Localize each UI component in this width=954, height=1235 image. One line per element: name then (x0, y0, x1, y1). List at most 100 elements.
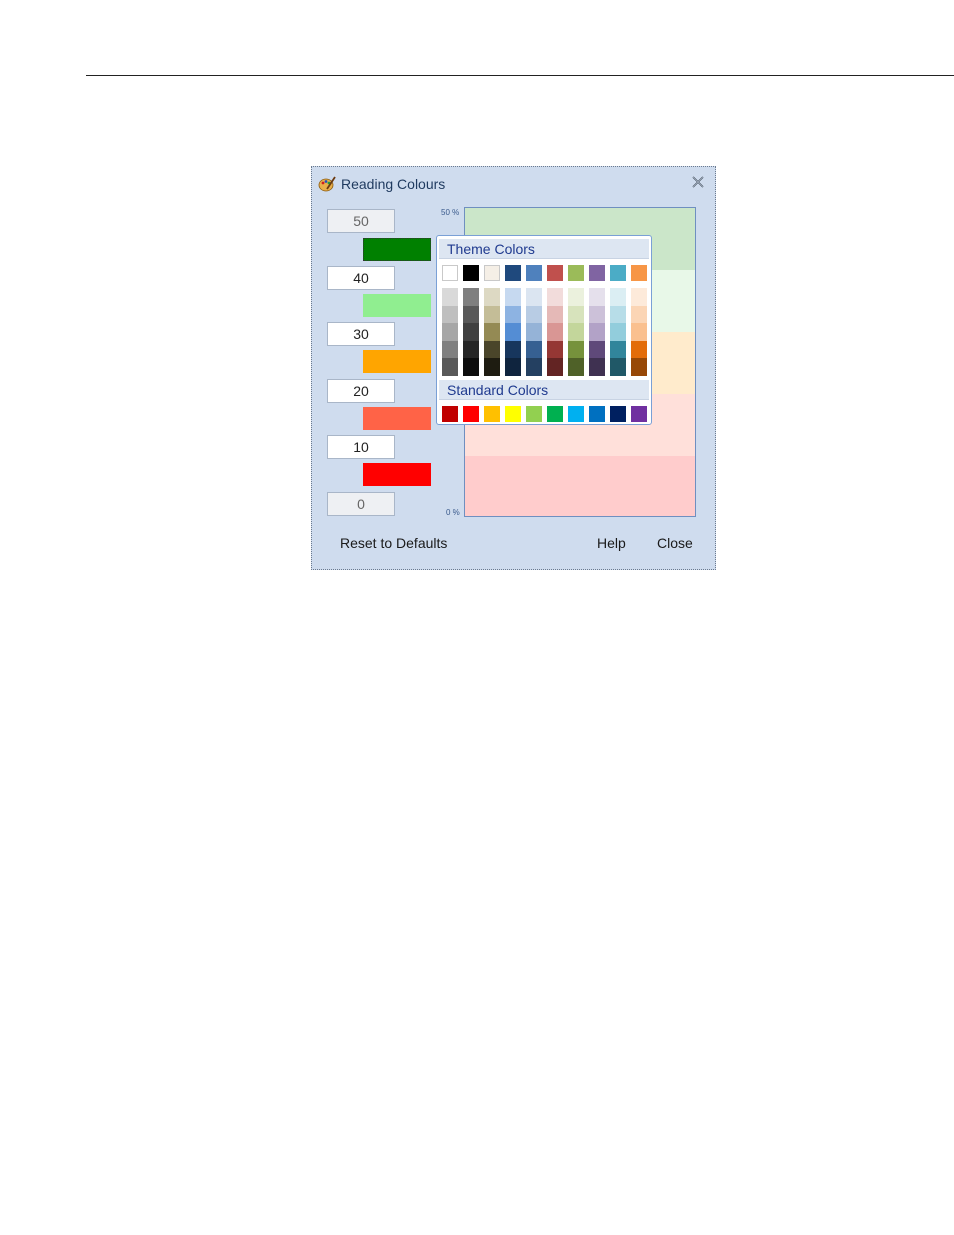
threshold-10-field[interactable]: 10 (327, 435, 395, 459)
close-icon[interactable] (691, 175, 705, 189)
theme-shade-chip[interactable] (568, 358, 584, 376)
theme-color-chip[interactable] (463, 265, 479, 281)
theme-color-chip[interactable] (589, 265, 605, 281)
theme-color-chip[interactable] (442, 265, 458, 281)
swatch-10-0[interactable] (363, 463, 431, 486)
theme-shade-chip[interactable] (463, 323, 479, 341)
theme-shade-chip[interactable] (547, 288, 563, 306)
theme-shade-chip[interactable] (589, 358, 605, 376)
close-button[interactable]: Close (657, 535, 693, 551)
swatch-30-20[interactable] (363, 350, 431, 373)
theme-shade-chip[interactable] (631, 323, 647, 341)
theme-color-chip[interactable] (547, 265, 563, 281)
theme-shade-chip[interactable] (547, 358, 563, 376)
theme-shade-chip[interactable] (442, 305, 458, 324)
theme-shade-chip[interactable] (631, 358, 647, 376)
theme-shade-chip[interactable] (547, 305, 563, 324)
theme-shade-chip[interactable] (484, 358, 500, 376)
swatch-40-30[interactable] (363, 294, 431, 317)
standard-color-chip[interactable] (568, 406, 584, 422)
theme-shade-chip[interactable] (610, 288, 626, 306)
swatch-50-40[interactable] (363, 238, 431, 261)
theme-shade-chip[interactable] (442, 323, 458, 341)
page-top-rule (86, 75, 954, 76)
theme-color-chip[interactable] (526, 265, 542, 281)
theme-shade-chip[interactable] (568, 288, 584, 306)
theme-shade-chip[interactable] (442, 358, 458, 376)
standard-color-chip[interactable] (505, 406, 521, 422)
theme-shade-chip[interactable] (505, 288, 521, 306)
theme-color-chip[interactable] (505, 265, 521, 281)
theme-shade-chip[interactable] (568, 323, 584, 341)
standard-color-chip[interactable] (442, 406, 458, 422)
theme-shade-chip[interactable] (547, 340, 563, 359)
preview-band-10-0 (465, 456, 695, 516)
theme-shade-chip[interactable] (589, 323, 605, 341)
theme-shade-chip[interactable] (505, 305, 521, 324)
theme-shade-chip[interactable] (442, 288, 458, 306)
theme-shade-chip[interactable] (484, 288, 500, 306)
standard-color-chip[interactable] (547, 406, 563, 422)
theme-color-chip[interactable] (631, 265, 647, 281)
theme-shade-chip[interactable] (568, 340, 584, 359)
theme-shade-chip[interactable] (526, 358, 542, 376)
theme-shade-chip[interactable] (610, 323, 626, 341)
theme-shade-chip[interactable] (463, 358, 479, 376)
theme-shade-column (505, 288, 521, 376)
window-title: Reading Colours (341, 176, 446, 192)
theme-shade-column (568, 288, 584, 376)
standard-color-chip[interactable] (631, 406, 647, 422)
theme-shade-column (442, 288, 458, 376)
theme-shade-chip[interactable] (505, 340, 521, 359)
theme-shade-column (547, 288, 563, 376)
standard-color-chip[interactable] (526, 406, 542, 422)
theme-shade-chip[interactable] (484, 305, 500, 324)
theme-shade-column (589, 288, 605, 376)
theme-shade-chip[interactable] (442, 340, 458, 359)
theme-shade-chip[interactable] (484, 323, 500, 341)
color-picker-popup: Theme Colors Standard Colors (436, 235, 652, 425)
theme-shade-chip[interactable] (484, 340, 500, 359)
theme-shade-chip[interactable] (526, 323, 542, 341)
theme-shade-chip[interactable] (526, 288, 542, 306)
standard-color-chip[interactable] (589, 406, 605, 422)
standard-color-chip[interactable] (484, 406, 500, 422)
swatch-20-10[interactable] (363, 407, 431, 430)
theme-shade-chip[interactable] (589, 340, 605, 359)
theme-shade-chip[interactable] (589, 288, 605, 306)
theme-shade-chip[interactable] (463, 340, 479, 359)
reading-colours-dialog: Reading Colours 50 40 30 20 10 0 50 % 0 … (311, 166, 716, 570)
scale-top-label: 50 % (441, 208, 460, 217)
theme-color-chip[interactable] (484, 265, 500, 281)
theme-color-chip[interactable] (568, 265, 584, 281)
theme-shade-chip[interactable] (463, 305, 479, 324)
help-button[interactable]: Help (597, 535, 626, 551)
theme-shade-chip[interactable] (568, 305, 584, 324)
theme-colors-header: Theme Colors (439, 239, 649, 259)
theme-shade-chip[interactable] (589, 305, 605, 324)
standard-color-chip[interactable] (610, 406, 626, 422)
reset-to-defaults-button[interactable]: Reset to Defaults (340, 535, 447, 551)
theme-shade-chip[interactable] (547, 323, 563, 341)
threshold-0-field: 0 (327, 492, 395, 516)
threshold-50-field: 50 (327, 209, 395, 233)
standard-color-chip[interactable] (463, 406, 479, 422)
theme-shade-chip[interactable] (631, 305, 647, 324)
theme-shade-chip[interactable] (631, 340, 647, 359)
theme-shade-chip[interactable] (505, 358, 521, 376)
threshold-20-field[interactable]: 20 (327, 379, 395, 403)
theme-shade-chip[interactable] (631, 288, 647, 306)
theme-color-chip[interactable] (610, 265, 626, 281)
theme-shade-chip[interactable] (610, 358, 626, 376)
theme-shade-chip[interactable] (610, 305, 626, 324)
theme-shade-chip[interactable] (610, 340, 626, 359)
theme-shade-chip[interactable] (526, 340, 542, 359)
threshold-40-field[interactable]: 40 (327, 266, 395, 290)
threshold-30-field[interactable]: 30 (327, 322, 395, 346)
theme-shade-column (631, 288, 647, 376)
title-bar: Reading Colours (312, 167, 715, 201)
palette-icon (318, 176, 336, 192)
theme-shade-chip[interactable] (463, 288, 479, 306)
theme-shade-chip[interactable] (505, 323, 521, 341)
theme-shade-chip[interactable] (526, 305, 542, 324)
